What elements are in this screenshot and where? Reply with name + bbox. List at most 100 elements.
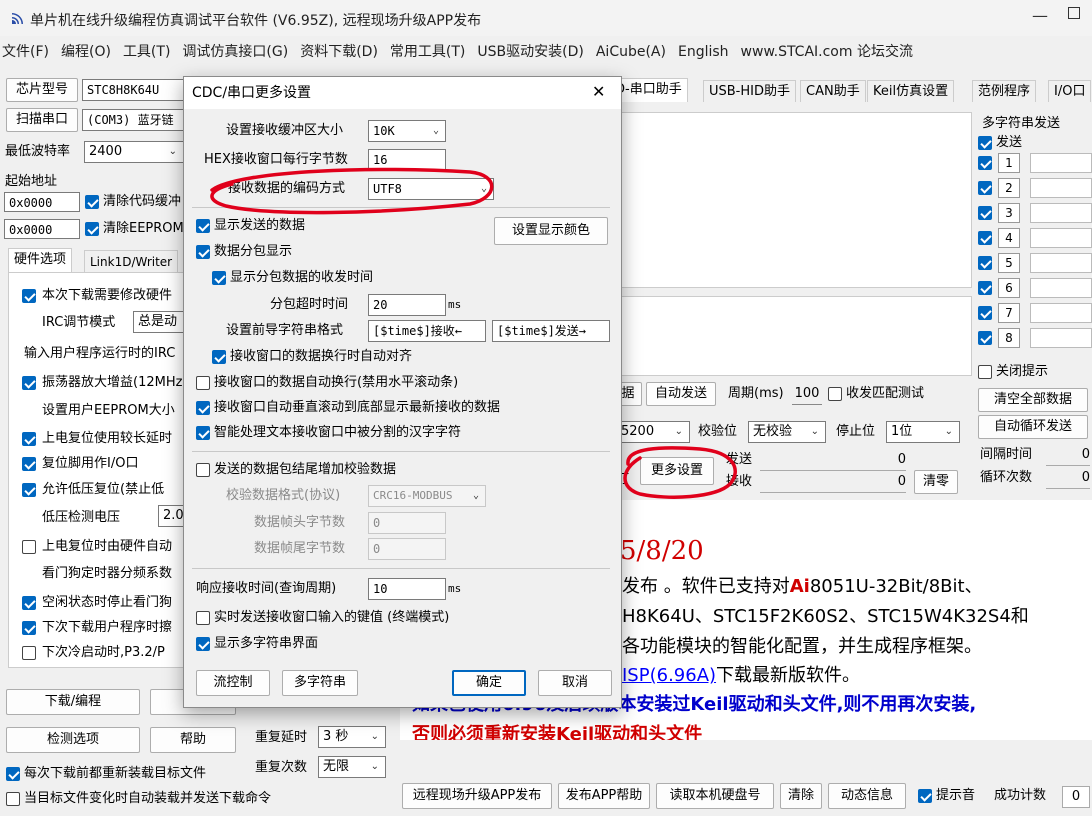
row-input[interactable]	[1030, 203, 1092, 223]
frame-tail-input[interactable]: 0	[368, 538, 446, 560]
reset-count-button[interactable]: 清零	[914, 470, 958, 494]
row-send-button[interactable]: 7	[998, 303, 1020, 323]
dynamic-info-button[interactable]: 动态信息	[828, 783, 906, 809]
scan-port-button[interactable]: 扫描串口	[6, 108, 78, 132]
option-checkbox[interactable]	[22, 432, 36, 446]
option-checkbox[interactable]	[22, 596, 36, 610]
show-sent-checkbox[interactable]	[196, 219, 210, 233]
row-checkbox[interactable]	[978, 331, 992, 345]
auto-send-button[interactable]: 自动发送	[646, 382, 716, 406]
loop-count-value[interactable]: 0	[1046, 468, 1090, 489]
row-send-button[interactable]: 8	[998, 328, 1020, 348]
repeat-delay-select[interactable]: 3 秒 ⌄	[318, 726, 386, 748]
menu-download[interactable]: 资料下载(D)	[298, 40, 378, 64]
display-color-button[interactable]: 设置显示颜色	[494, 217, 608, 245]
tab-usb-hid[interactable]: USB-HID助手	[703, 80, 796, 102]
row-send-button[interactable]: 1	[998, 153, 1020, 173]
row-checkbox[interactable]	[978, 206, 992, 220]
row-checkbox[interactable]	[978, 181, 992, 195]
stop-bits-select[interactable]: 1位 ⌄	[886, 421, 960, 443]
menu-common-tools[interactable]: 常用工具(T)	[388, 40, 465, 64]
minimize-button[interactable]: —	[1032, 6, 1048, 25]
realtime-checkbox[interactable]	[196, 611, 210, 625]
more-settings-button[interactable]: 更多设置	[640, 457, 714, 485]
row-checkbox[interactable]	[978, 156, 992, 170]
row-send-button[interactable]: 6	[998, 278, 1020, 298]
frame-head-input[interactable]: 0	[368, 512, 446, 534]
hex-bytes-input[interactable]: 16	[368, 149, 446, 171]
menu-tools[interactable]: 工具(T)	[121, 40, 170, 64]
repeat-count-select[interactable]: 无限 ⌄	[318, 756, 386, 778]
encoding-select[interactable]: UTF8 ⌄	[368, 178, 494, 200]
row-send-button[interactable]: 5	[998, 253, 1020, 273]
close-tip-checkbox[interactable]	[978, 365, 992, 379]
download-program-button[interactable]: 下载/编程	[6, 689, 140, 715]
prefix-tx-input[interactable]: [$time$]发送→	[492, 320, 610, 342]
auto-loop-button[interactable]: 自动循环发送	[978, 415, 1088, 439]
auto-wrap-checkbox[interactable]	[196, 376, 210, 390]
menu-english[interactable]: English	[676, 40, 729, 64]
close-icon[interactable]: ✕	[592, 82, 605, 102]
row-input[interactable]	[1030, 328, 1092, 348]
send-area[interactable]	[610, 296, 972, 376]
chip-type-select[interactable]: STC8H8K64U	[82, 79, 186, 101]
ok-button[interactable]: 确定	[452, 670, 526, 696]
option-checkbox[interactable]	[22, 540, 36, 554]
option-checkbox[interactable]	[22, 376, 36, 390]
receive-area[interactable]	[610, 112, 972, 288]
tab-link1d[interactable]: Link1D/Writer	[84, 250, 179, 272]
packet-display-checkbox[interactable]	[196, 245, 210, 259]
baud-rate-select[interactable]: 5200 ⌄	[616, 421, 690, 443]
interval-value[interactable]: 0	[1046, 445, 1090, 466]
option-checkbox[interactable]	[22, 483, 36, 497]
row-send-button[interactable]: 2	[998, 178, 1020, 198]
isp-link[interactable]: ISP(6.96A)	[622, 665, 716, 686]
eeprom-address-input[interactable]: 0x0000	[4, 219, 80, 239]
packet-timeout-input[interactable]: 20	[368, 294, 446, 316]
menu-program[interactable]: 编程(O)	[59, 40, 111, 64]
menu-forum[interactable]: www.STCAI.com 论坛交流	[739, 40, 913, 64]
row-input[interactable]	[1030, 228, 1092, 248]
tab-hardware-options[interactable]: 硬件选项	[8, 248, 73, 272]
menu-debug[interactable]: 调试仿真接口(G)	[180, 40, 288, 64]
menu-file[interactable]: 文件(F)	[0, 40, 49, 64]
multi-string-ui-checkbox[interactable]	[196, 637, 210, 651]
maximize-button[interactable]	[1068, 7, 1080, 19]
checksum-format-select[interactable]: CRC16-MODBUS ⌄	[368, 485, 486, 507]
code-address-input[interactable]: 0x0000	[4, 192, 80, 212]
row-send-button[interactable]: 3	[998, 203, 1020, 223]
reload-each-checkbox[interactable]	[6, 767, 20, 781]
chip-type-button[interactable]: 芯片型号	[6, 78, 78, 102]
tab-can[interactable]: CAN助手	[800, 80, 866, 102]
row-input[interactable]	[1030, 278, 1092, 298]
tab-keil[interactable]: Keil仿真设置	[867, 80, 955, 102]
detect-options-button[interactable]: 检测选项	[6, 727, 140, 753]
baud-select[interactable]: 2400 ⌄	[84, 141, 184, 163]
option-checkbox[interactable]	[22, 457, 36, 471]
remote-upgrade-button[interactable]: 远程现场升级APP发布	[402, 783, 552, 809]
port-select[interactable]: (COM3) 蓝牙链	[82, 109, 186, 131]
prefix-rx-input[interactable]: [$time$]接收←	[368, 320, 486, 342]
checksum-checkbox[interactable]	[196, 463, 210, 477]
clear-eeprom-checkbox[interactable]	[85, 222, 99, 236]
row-input[interactable]	[1030, 253, 1092, 273]
help-button[interactable]: 帮助	[150, 727, 236, 753]
auto-scroll-checkbox[interactable]	[196, 401, 210, 415]
smart-split-checkbox[interactable]	[196, 426, 210, 440]
option-checkbox[interactable]	[22, 646, 36, 660]
clear-code-checkbox[interactable]	[85, 195, 99, 209]
send-column-checkbox[interactable]	[978, 136, 992, 150]
response-time-input[interactable]: 10	[368, 578, 446, 600]
row-checkbox[interactable]	[978, 306, 992, 320]
reload-change-checkbox[interactable]	[6, 792, 20, 806]
app-help-button[interactable]: 发布APP帮助	[558, 783, 650, 809]
beep-checkbox[interactable]	[918, 789, 932, 803]
read-disk-button[interactable]: 读取本机硬盘号	[656, 783, 774, 809]
packet-time-checkbox[interactable]	[212, 271, 226, 285]
row-input[interactable]	[1030, 153, 1092, 173]
row-checkbox[interactable]	[978, 231, 992, 245]
auto-align-checkbox[interactable]	[212, 350, 226, 364]
tab-io[interactable]: I/O口	[1048, 80, 1092, 102]
row-checkbox[interactable]	[978, 256, 992, 270]
period-input[interactable]: 100	[792, 384, 822, 405]
